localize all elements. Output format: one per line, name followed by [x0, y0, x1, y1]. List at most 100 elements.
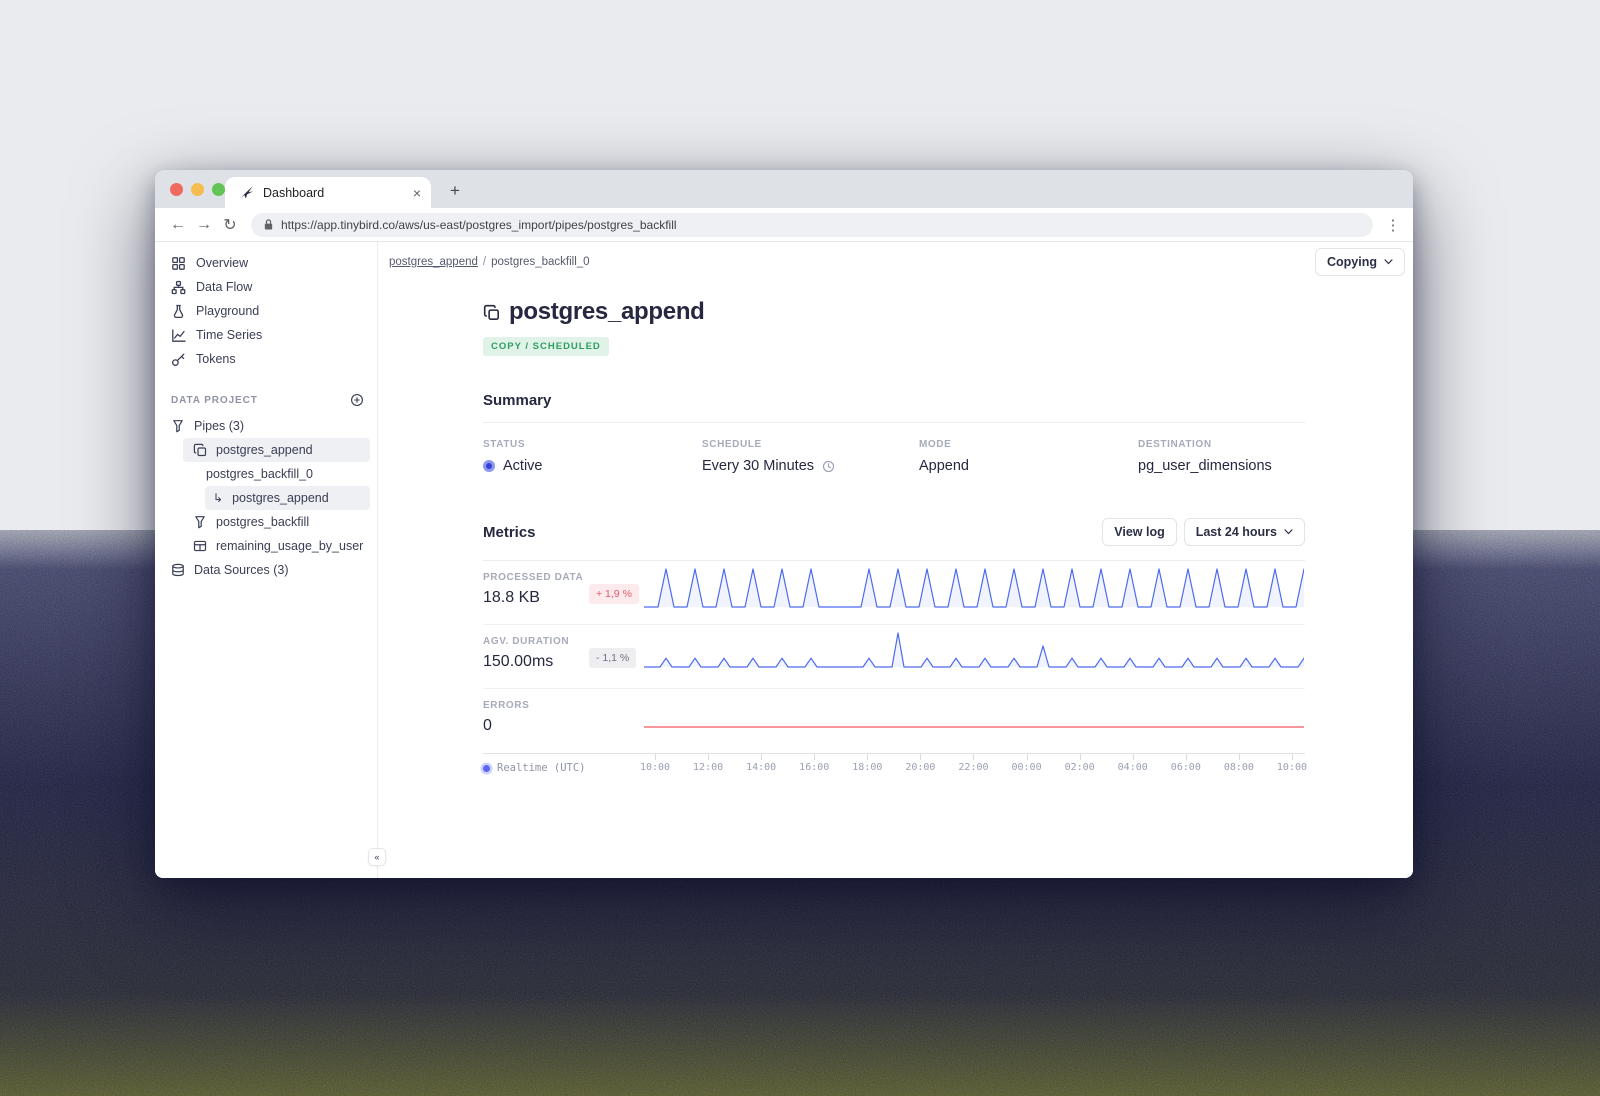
breadcrumb-link[interactable]: postgres_append [389, 256, 478, 268]
time-range-dropdown[interactable]: Last 24 hours [1184, 518, 1305, 546]
branch-arrow-icon: ↳ [213, 491, 223, 505]
tree-item-data-sources[interactable]: Data Sources (3) [155, 558, 377, 582]
data-project-label: DATA PROJECT [171, 395, 258, 406]
browser-tabstrip: Dashboard × + [155, 170, 1413, 208]
axis-tick-label: 14:00 [746, 762, 776, 773]
copy-pipe-icon [483, 304, 500, 321]
time-range-label: Last 24 hours [1196, 525, 1277, 539]
summary-heading: Summary [483, 392, 1305, 409]
delta-badge: + 1,9 % [589, 584, 639, 604]
sidebar-item-tokens[interactable]: Tokens [155, 347, 377, 371]
minimize-window-button[interactable] [191, 183, 204, 196]
lock-icon [263, 218, 274, 231]
axis-tick-label: 04:00 [1118, 762, 1148, 773]
axis-tick [1186, 754, 1187, 760]
breadcrumb: postgres_append/postgres_backfill_0 [389, 256, 590, 268]
axis-tick [920, 754, 921, 760]
metrics-heading: Metrics [483, 524, 536, 541]
tree-item-label: postgres_append [216, 443, 313, 457]
tree-item-label: postgres_append [232, 491, 329, 505]
copy-pipe-icon [193, 443, 207, 457]
divider [483, 422, 1305, 423]
clock-icon [822, 460, 835, 473]
axis-tick [1133, 754, 1134, 760]
browser-menu-icon[interactable]: ⋮ [1383, 216, 1403, 234]
sidebar-item-time-series[interactable]: Time Series [155, 323, 377, 347]
database-icon [171, 563, 185, 577]
axis-tick-label: 20:00 [905, 762, 935, 773]
forward-icon[interactable]: → [191, 212, 217, 238]
sidebar-item-playground[interactable]: Playground [155, 299, 377, 323]
project-tree: Pipes (3) postgres_append postgres_backf… [155, 414, 377, 582]
back-icon[interactable]: ← [165, 212, 191, 238]
axis-tick [708, 754, 709, 760]
axis-tick-label: 10:00 [1277, 762, 1307, 773]
url-text: https://app.tinybird.co/aws/us-east/post… [281, 218, 677, 232]
metric-label: PROCESSED DATA [483, 572, 644, 583]
axis-tick [1239, 754, 1240, 760]
grid-icon [171, 256, 186, 271]
field-value: pg_user_dimensions [1138, 458, 1272, 474]
tree-item-postgres-backfill-0[interactable]: postgres_backfill_0 [155, 462, 377, 486]
axis-tick [1292, 754, 1293, 760]
axis-tick-label: 18:00 [852, 762, 882, 773]
axis-tick [814, 754, 815, 760]
maximize-window-button[interactable] [212, 183, 225, 196]
sidebar-item-label: Time Series [196, 328, 262, 342]
processed-data-chart [644, 561, 1305, 624]
field-schedule: SCHEDULE Every 30 Minutes [702, 439, 919, 474]
reload-icon[interactable]: ↻ [217, 212, 243, 238]
main-header: postgres_append/postgres_backfill_0 Copy… [378, 242, 1413, 284]
tree-item-label: remaining_usage_by_user [216, 539, 363, 553]
axis-tick-label: 08:00 [1224, 762, 1254, 773]
tree-item-pipes[interactable]: Pipes (3) [155, 414, 377, 438]
realtime-legend: Realtime (UTC) [483, 762, 586, 774]
view-log-button[interactable]: View log [1102, 518, 1176, 546]
sidebar: Overview Data Flow Playground Time Serie… [155, 242, 378, 878]
delta-badge: - 1,1 % [589, 648, 636, 668]
sidebar-item-label: Playground [196, 304, 259, 318]
metric-row-avg-duration: AGV. DURATION 150.00ms - 1,1 % [483, 625, 1305, 689]
field-value: Active [503, 458, 543, 474]
tab-title: Dashboard [263, 186, 413, 200]
realtime-radio-icon [483, 765, 490, 772]
tree-item-postgres-backfill[interactable]: postgres_backfill [155, 510, 377, 534]
breadcrumb-current: postgres_backfill_0 [491, 256, 589, 268]
tab-close-icon[interactable]: × [413, 186, 421, 200]
metric-row-processed-data: PROCESSED DATA 18.8 KB + 1,9 % [483, 561, 1305, 625]
copying-label: Copying [1327, 255, 1377, 269]
window-controls[interactable] [170, 183, 225, 196]
pipe-content: postgres_append COPY / SCHEDULED Summary… [483, 298, 1305, 781]
axis-tick [867, 754, 868, 760]
pipe-icon [193, 515, 207, 529]
add-resource-icon[interactable] [350, 393, 364, 407]
field-destination: DESTINATION pg_user_dimensions [1138, 439, 1305, 474]
new-tab-button[interactable]: + [443, 179, 467, 203]
browser-tab[interactable]: Dashboard × [225, 177, 431, 208]
field-status: STATUS Active [483, 439, 702, 474]
page-title: postgres_append [509, 298, 705, 326]
axis-tick-label: 02:00 [1065, 762, 1095, 773]
field-mode: MODE Append [919, 439, 1138, 474]
copy-scheduled-badge: COPY / SCHEDULED [483, 337, 609, 356]
tree-item-postgres-append[interactable]: postgres_append [155, 438, 377, 462]
sidebar-item-overview[interactable]: Overview [155, 251, 377, 275]
copying-dropdown-button[interactable]: Copying [1315, 248, 1405, 276]
close-window-button[interactable] [170, 183, 183, 196]
tree-item-postgres-append-node[interactable]: ↳ postgres_append [155, 486, 377, 510]
chevron-down-icon [1284, 529, 1293, 535]
field-value: Every 30 Minutes [702, 458, 814, 474]
sidebar-item-label: Data Flow [196, 280, 252, 294]
collapse-sidebar-button[interactable]: « [368, 848, 386, 866]
avg-duration-chart [644, 625, 1305, 688]
tree-item-remaining-usage[interactable]: remaining_usage_by_user [155, 534, 377, 558]
axis-tick-label: 06:00 [1171, 762, 1201, 773]
time-axis: Realtime (UTC) 10:0012:0014:0016:0018:00… [483, 753, 1305, 781]
field-label: MODE [919, 439, 1138, 450]
field-label: DESTINATION [1138, 439, 1305, 450]
url-bar[interactable]: https://app.tinybird.co/aws/us-east/post… [251, 213, 1373, 237]
browser-toolbar: ← → ↻ https://app.tinybird.co/aws/us-eas… [155, 208, 1413, 242]
sidebar-item-data-flow[interactable]: Data Flow [155, 275, 377, 299]
axis-tick-label: 22:00 [958, 762, 988, 773]
tinybird-logo-icon [239, 185, 254, 200]
